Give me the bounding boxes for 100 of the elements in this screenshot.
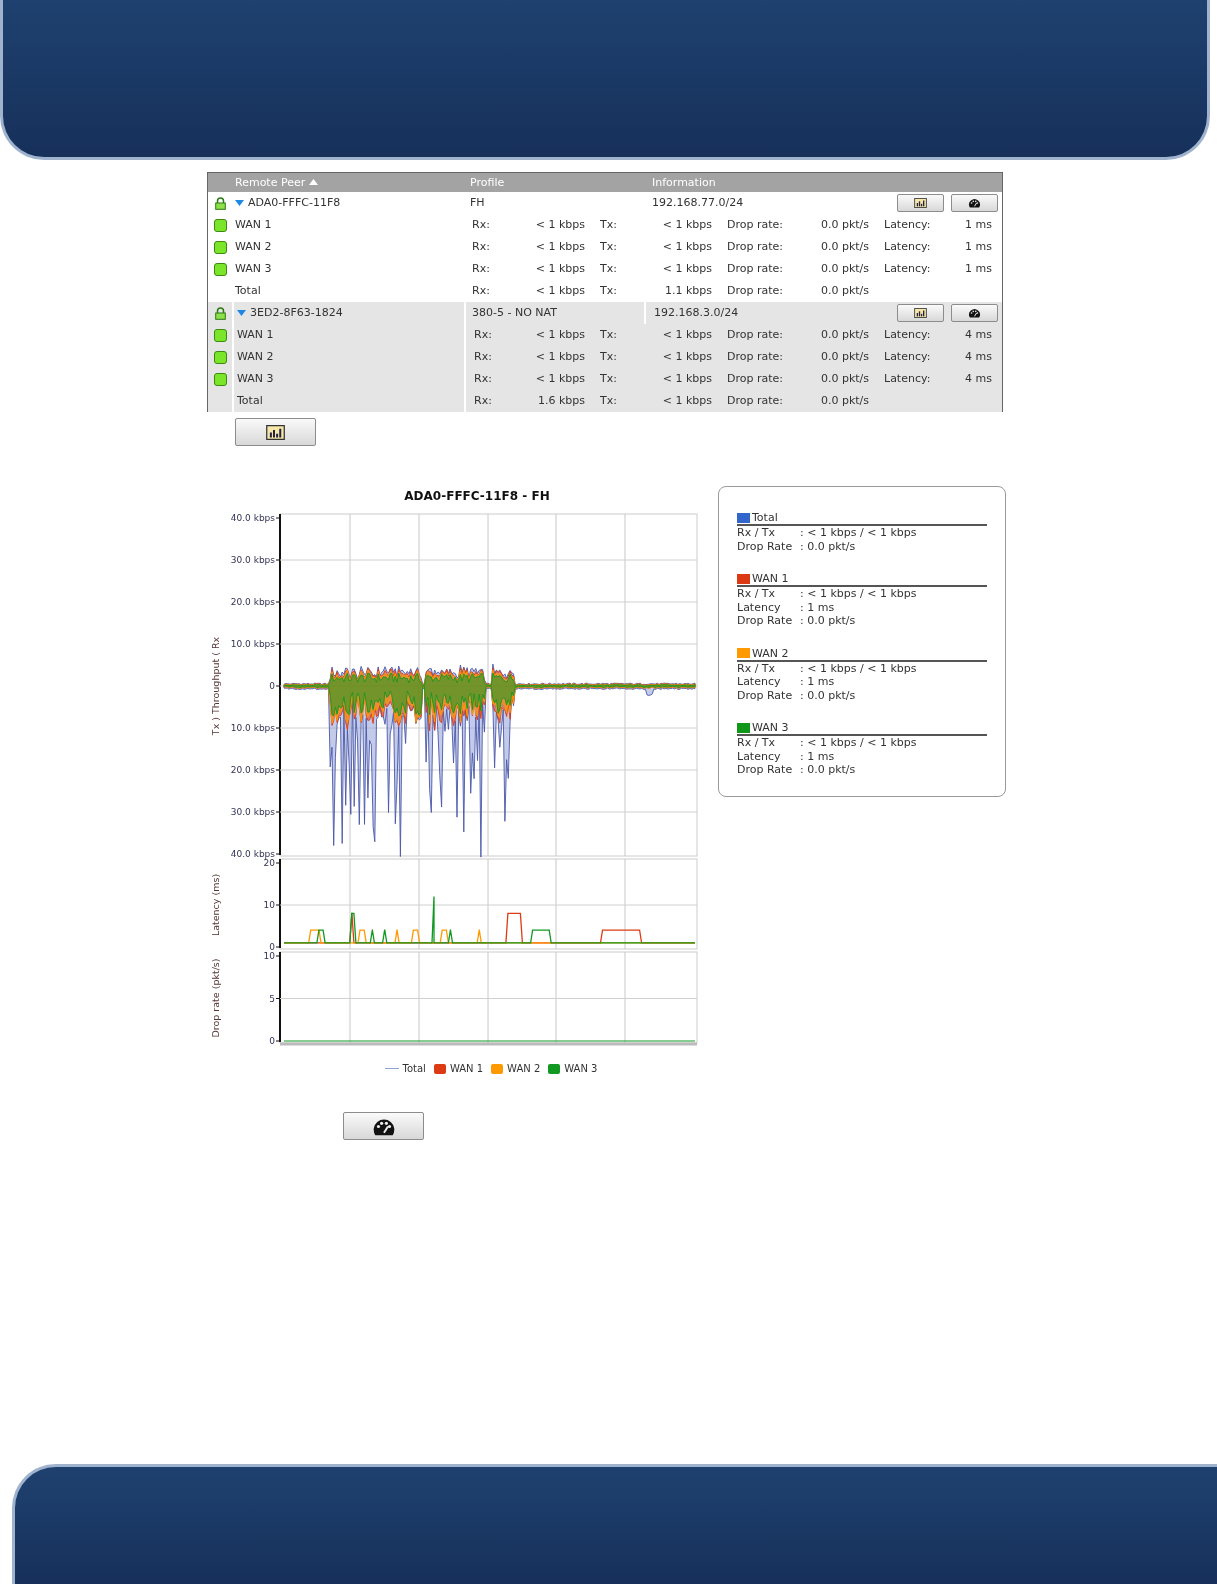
- stat-value: : 1 ms: [800, 600, 835, 614]
- stat-value: : 1 ms: [800, 749, 835, 763]
- latency-value: 1 ms: [965, 240, 992, 253]
- padlock-icon: [214, 196, 226, 210]
- link-name: WAN 1: [237, 327, 274, 343]
- drop-rate-label: Drop rate:: [727, 394, 783, 407]
- network-address: 192.168.3.0/24: [654, 306, 739, 319]
- chart-button[interactable]: [897, 194, 944, 212]
- status-icon: [213, 262, 227, 276]
- expand-arrow-icon[interactable]: [235, 199, 244, 207]
- expand-arrow-icon[interactable]: [237, 309, 246, 317]
- axis-tick-label: 10.0 kbps: [230, 723, 275, 733]
- link-name: WAN 3: [235, 261, 272, 277]
- stat-value: : < 1 kbps / < 1 kbps: [800, 736, 917, 750]
- drop-rate-value: 0.0 pkt/s: [820, 328, 869, 341]
- latency-value: 4 ms: [965, 372, 992, 385]
- stat-label: Drop Rate: [737, 763, 794, 777]
- peer-name: ADA0-FFFC-11F8: [248, 195, 341, 211]
- rx-value: 1.6 kbps: [537, 394, 585, 407]
- axis-tick-label: 20.0 kbps: [230, 597, 275, 607]
- rx-label: Rx:: [472, 284, 490, 297]
- profile-name: FH: [470, 196, 485, 209]
- stat-label: Latency: [737, 749, 782, 763]
- drop-rate-label: Drop rate:: [727, 350, 783, 363]
- rx-label: Rx:: [472, 218, 490, 231]
- tx-value: < 1 kbps: [662, 394, 712, 407]
- stat-value: : 0.0 pkt/s: [800, 763, 856, 777]
- chart-button[interactable]: [235, 418, 316, 446]
- axis-tick-label: 10: [263, 900, 275, 910]
- link-name: WAN 2: [237, 349, 274, 365]
- stat-value: : 0.0 pkt/s: [800, 688, 856, 702]
- stat-label: Rx / Tx: [737, 587, 777, 601]
- peer-name: 3ED2-8F63-1824: [250, 305, 343, 321]
- stat-label: Drop Rate: [737, 539, 794, 553]
- padlock-icon: [214, 306, 226, 320]
- rx-label: Rx:: [474, 328, 492, 341]
- gauge-button[interactable]: [343, 1112, 424, 1140]
- stat-value: : < 1 kbps / < 1 kbps: [800, 587, 917, 601]
- tx-value: < 1 kbps: [662, 350, 712, 363]
- status-icon: [213, 328, 227, 342]
- tx-label: Tx:: [600, 240, 617, 253]
- rx-label: Rx:: [472, 262, 490, 275]
- rx-label: Rx:: [474, 350, 492, 363]
- latency-value: 1 ms: [965, 218, 992, 231]
- link-name: WAN 1: [235, 217, 272, 233]
- series-name: Total: [752, 511, 778, 524]
- axis-tick-label: 10: [263, 951, 275, 961]
- drop-rate-label: Drop rate:: [727, 328, 783, 341]
- rx-value: < 1 kbps: [535, 372, 585, 385]
- status-icon: [213, 240, 227, 254]
- gauge-button[interactable]: [951, 194, 998, 212]
- rx-value: < 1 kbps: [535, 284, 585, 297]
- latency-label: Latency:: [884, 350, 931, 363]
- latency-label: Latency:: [884, 372, 931, 385]
- tx-label: Tx:: [600, 372, 617, 385]
- rx-value: < 1 kbps: [535, 262, 585, 275]
- link-name: WAN 2: [235, 239, 272, 255]
- drop-rate-label: Drop rate:: [727, 372, 783, 385]
- tx-value: < 1 kbps: [662, 328, 712, 341]
- rx-value: < 1 kbps: [535, 350, 585, 363]
- rx-label: Rx:: [474, 372, 492, 385]
- legend-label: WAN 3: [564, 1062, 598, 1076]
- column-header[interactable]: Remote Peer: [235, 173, 306, 192]
- drop-rate-value: 0.0 pkt/s: [820, 218, 869, 231]
- axis-tick-label: 40.0 kbps: [230, 513, 275, 523]
- stat-label: Latency: [737, 600, 782, 614]
- rx-label: Rx:: [472, 240, 490, 253]
- stat-value: : 0.0 pkt/s: [800, 614, 856, 628]
- axis-tick-label: 0: [269, 1036, 275, 1046]
- axis-tick-label: 30.0 kbps: [230, 807, 275, 817]
- column-header[interactable]: Information: [652, 176, 716, 189]
- legend-label: WAN 2: [507, 1062, 541, 1076]
- drop-rate-value: 0.0 pkt/s: [820, 372, 869, 385]
- drop-rate-value: 0.0 pkt/s: [820, 262, 869, 275]
- chart-button[interactable]: [897, 304, 944, 322]
- series-name: WAN 1: [752, 572, 789, 585]
- axis-tick-label: 5: [269, 993, 275, 1004]
- stat-value: : 0.0 pkt/s: [800, 539, 856, 553]
- stat-label: Drop Rate: [737, 614, 794, 628]
- tx-value: < 1 kbps: [662, 218, 712, 231]
- axis-tick-label: 0: [269, 942, 275, 952]
- link-name: Total: [235, 283, 261, 299]
- drop-rate-label: Drop rate:: [727, 262, 783, 275]
- column-header[interactable]: Profile: [470, 176, 505, 189]
- tx-value: < 1 kbps: [662, 372, 712, 385]
- gauge-button[interactable]: [951, 304, 998, 322]
- latency-label: Latency:: [884, 240, 931, 253]
- axis-title: Drop rate (pkt/s): [210, 958, 221, 1038]
- drop-rate-value: 0.0 pkt/s: [820, 350, 869, 363]
- latency-label: Latency:: [884, 262, 931, 275]
- axis-tick-label: 20.0 kbps: [230, 765, 275, 775]
- legend-label: WAN 1: [449, 1062, 484, 1076]
- stat-label: Rx / Tx: [737, 736, 777, 750]
- latency-value: 4 ms: [965, 350, 992, 363]
- tx-label: Tx:: [600, 328, 617, 341]
- drop-rate-value: 0.0 pkt/s: [820, 240, 869, 253]
- rx-value: < 1 kbps: [535, 240, 585, 253]
- status-icon: [213, 218, 227, 232]
- latency-value: 4 ms: [965, 328, 992, 341]
- series-name: WAN 2: [752, 646, 789, 660]
